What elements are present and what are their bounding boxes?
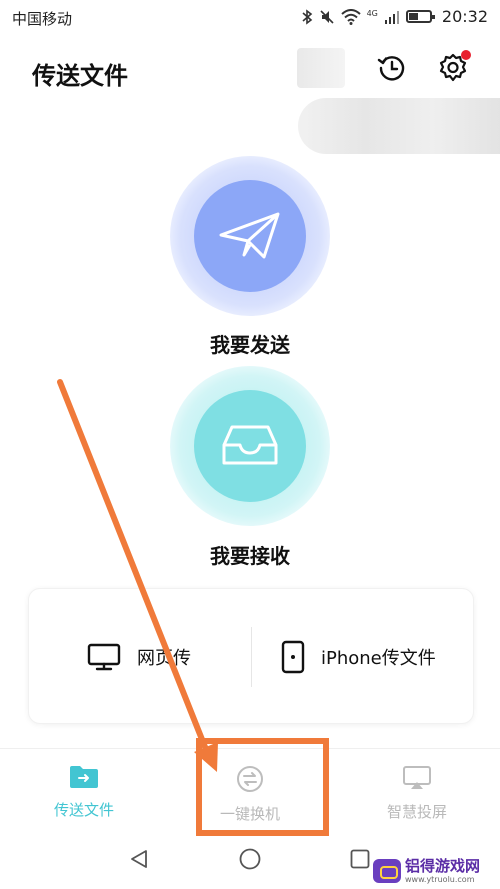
screen-cast-icon: [403, 766, 431, 789]
inbox-tray-icon: [222, 425, 278, 465]
phone-icon: [281, 640, 305, 674]
blurred-avatar: [297, 48, 345, 88]
options-divider: [251, 627, 252, 687]
status-icons: 4G 20:32: [301, 7, 488, 26]
nav-transfer-label: 传送文件: [53, 801, 114, 819]
signal-icon: [384, 10, 399, 24]
send-label[interactable]: 我要发送: [0, 329, 500, 358]
watermark-logo-icon: [373, 859, 401, 883]
send-button[interactable]: [170, 156, 330, 316]
main-panel: 传送文件 我要发送 我要接收 网页传 iPhone传文件: [0, 36, 500, 748]
mute-icon: [320, 9, 334, 24]
history-icon: [377, 56, 405, 81]
notification-dot: [461, 50, 471, 60]
receive-circle: [194, 390, 306, 502]
paper-plane-icon: [219, 212, 280, 259]
settings-button[interactable]: [437, 50, 471, 84]
receive-label[interactable]: 我要接收: [0, 540, 500, 569]
send-circle: [194, 180, 306, 292]
carrier-name: 中国移动: [12, 10, 73, 28]
bluetooth-icon: [302, 8, 312, 25]
nav-screen-cast[interactable]: 智慧投屏: [357, 765, 477, 822]
iphone-transfer-option[interactable]: iPhone传文件: [281, 589, 436, 725]
web-transfer-option[interactable]: 网页传: [87, 589, 191, 725]
options-card: 网页传 iPhone传文件: [28, 588, 474, 724]
bottom-nav: 传送文件 一键换机 智慧投屏: [0, 748, 500, 840]
clock: 20:32: [441, 7, 488, 26]
home-icon[interactable]: [238, 848, 262, 870]
status-bar: 中国移动 4G 20:32: [0, 0, 500, 36]
iphone-transfer-label: iPhone传文件: [321, 648, 436, 669]
page-title: 传送文件: [32, 62, 128, 90]
blurred-device-name: [298, 98, 500, 154]
recent-apps-icon[interactable]: [350, 849, 370, 869]
battery-icon: [405, 10, 435, 23]
nav-switch-label: 一键换机: [219, 805, 280, 823]
back-icon[interactable]: [128, 848, 150, 870]
switch-phone-icon: [237, 766, 263, 792]
receive-button[interactable]: [170, 366, 330, 526]
network-type: 4G: [366, 9, 378, 18]
wifi-icon: [340, 8, 361, 25]
nav-cast-label: 智慧投屏: [386, 803, 447, 821]
nav-phone-switch[interactable]: 一键换机: [190, 765, 310, 824]
folder-transfer-icon: [70, 766, 98, 788]
site-watermark: 铝得游戏网 www.ytruolu.com: [373, 853, 500, 889]
watermark-title: 铝得游戏网: [405, 856, 481, 875]
monitor-icon: [87, 643, 121, 671]
history-button[interactable]: [376, 52, 408, 84]
web-transfer-label: 网页传: [137, 648, 191, 669]
nav-transfer-files[interactable]: 传送文件: [24, 765, 144, 820]
watermark-url: www.ytruolu.com: [405, 874, 475, 884]
